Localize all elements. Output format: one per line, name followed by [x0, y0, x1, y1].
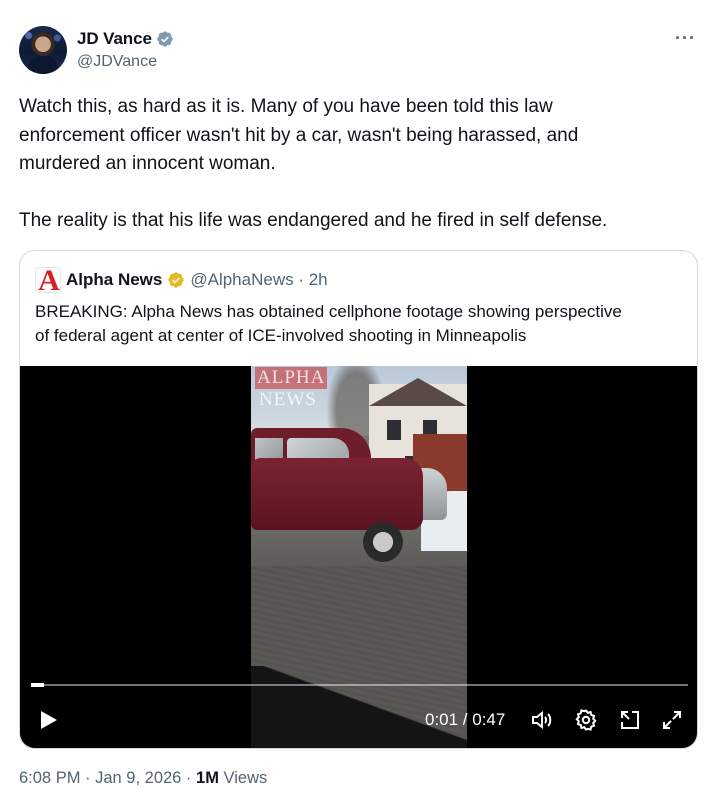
- author-handle[interactable]: @JDVance: [77, 53, 157, 71]
- video-progress-bar[interactable]: [31, 683, 688, 687]
- more-options-icon[interactable]: ···: [675, 28, 696, 49]
- picture-in-picture-icon[interactable]: [618, 708, 642, 732]
- views-count: 1M: [196, 769, 219, 787]
- alpha-news-logo[interactable]: A: [35, 267, 61, 293]
- tweet-text-line: Watch this, as hard as it is. Many of yo…: [19, 96, 553, 117]
- views-label: Views: [218, 769, 268, 787]
- verified-badge-icon: [157, 31, 173, 47]
- quote-display-name[interactable]: Alpha News: [66, 270, 162, 290]
- play-icon[interactable]: [36, 708, 60, 732]
- tweet-text-line: murdered an innocent woman.: [19, 153, 276, 174]
- tweet-meta: 6:08 PM · Jan 9, 2026 · 1M Views: [19, 769, 267, 788]
- video-player[interactable]: ALPHA NEWS 0:01 / 0:47: [20, 366, 697, 748]
- settings-gear-icon[interactable]: [574, 708, 598, 732]
- alpha-news-watermark: ALPHA NEWS: [255, 367, 328, 410]
- fullscreen-icon[interactable]: [660, 708, 684, 732]
- quoted-tweet-card[interactable]: A Alpha News @AlphaNews · 2h BREAKING: A…: [19, 250, 698, 749]
- video-progress-fill: [31, 683, 45, 687]
- maroon-suv-image: [251, 428, 429, 562]
- gold-verified-badge-icon: [168, 272, 185, 288]
- volume-muted-icon[interactable]: [530, 708, 554, 732]
- author-name-row[interactable]: JD Vance: [77, 29, 174, 49]
- logo-letter: A: [38, 267, 60, 293]
- quote-text: BREAKING: Alpha News has obtained cellph…: [35, 300, 685, 348]
- quote-header: A Alpha News @AlphaNews · 2h: [35, 267, 328, 293]
- quote-handle-time[interactable]: @AlphaNews · 2h: [190, 270, 327, 290]
- quote-text-line: of federal agent at center of ICE-involv…: [35, 326, 527, 345]
- tweet-text-line: enforcement officer wasn't hit by a car,…: [19, 124, 579, 146]
- quote-text-line: BREAKING: Alpha News has obtained cellph…: [35, 302, 622, 321]
- tweet-text-line: The reality is that his life was endange…: [19, 210, 608, 231]
- avatar[interactable]: [19, 26, 67, 74]
- video-frame[interactable]: ALPHA NEWS: [251, 366, 467, 748]
- video-time: 0:01 / 0:47: [425, 710, 506, 729]
- author-display-name[interactable]: JD Vance: [77, 29, 152, 49]
- tweet-timestamp[interactable]: 6:08 PM · Jan 9, 2026 ·: [19, 769, 196, 787]
- tweet-text: Watch this, as hard as it is. Many of yo…: [19, 93, 689, 236]
